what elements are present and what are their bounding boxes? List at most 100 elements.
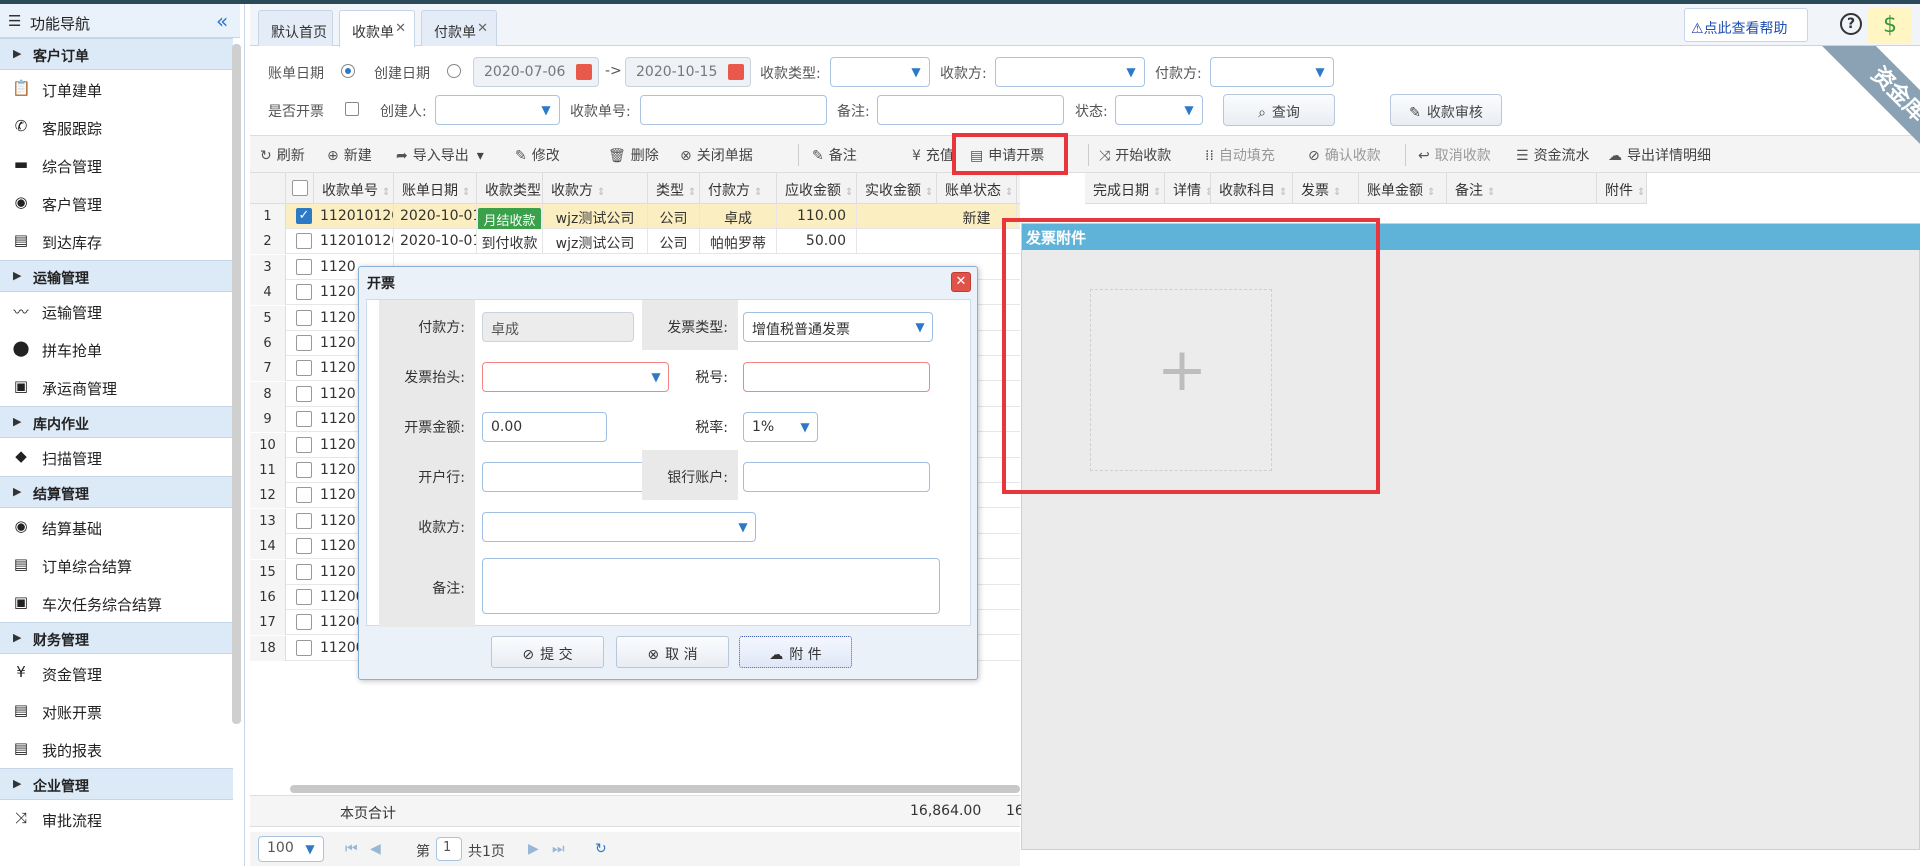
toolbar-button[interactable]: ↻ 刷新 <box>260 145 305 165</box>
create-date-radio[interactable] <box>447 64 461 78</box>
cancel-button[interactable]: ⊗ 取 消 <box>616 636 729 668</box>
row-checkbox[interactable] <box>296 360 312 377</box>
toolbar-button[interactable]: ⊕ 新建 <box>327 145 372 165</box>
toolbar-button[interactable]: ✎ 备注 <box>812 145 857 165</box>
column-header[interactable]: 完成日期 ⇕ <box>1085 173 1165 204</box>
sidebar-item[interactable]: ◉ 结算基础 <box>0 508 233 546</box>
sort-icon[interactable]: ⇕ <box>845 187 853 198</box>
calendar-icon[interactable] <box>576 64 592 80</box>
audit-button[interactable]: ✎ 收款审核 <box>1390 94 1502 126</box>
row-checkbox[interactable] <box>296 385 312 402</box>
sidebar-item[interactable]: ◆ 扫描管理 <box>0 438 233 476</box>
column-header[interactable]: 账单日期 ⇕ <box>394 173 477 204</box>
column-header[interactable]: 收款类型⇕ <box>477 173 543 204</box>
tax-no-input[interactable] <box>743 362 930 392</box>
sidebar-scrollbar[interactable] <box>232 44 241 724</box>
sort-icon[interactable]: ⇕ <box>1153 187 1161 198</box>
column-header[interactable]: 收款单号 ⇕ <box>314 173 394 204</box>
bank-input[interactable] <box>482 462 669 492</box>
toolbar-button[interactable]: ⁞⁞ 自动填充 <box>1205 145 1275 165</box>
toolbar-button[interactable]: ☰ 资金流水 <box>1516 145 1590 165</box>
row-checkbox[interactable] <box>296 639 312 656</box>
prev-page-icon[interactable]: ◀ <box>370 841 381 857</box>
row-checkbox[interactable] <box>296 512 312 529</box>
column-header[interactable]: 发票 ⇕ <box>1293 173 1359 204</box>
toolbar-button[interactable]: ⊗ 关闭单据 <box>680 145 753 165</box>
date-to-input[interactable]: 2020-10-15 <box>625 57 751 87</box>
column-header[interactable]: 付款方 ⇕ <box>700 173 777 204</box>
creator-select[interactable]: ▼ <box>435 95 560 125</box>
row-checkbox[interactable] <box>296 233 312 250</box>
row-checkbox[interactable] <box>296 614 312 631</box>
help-button[interactable]: ⚠点此查看帮助 <box>1684 8 1808 42</box>
invoice-type-select[interactable]: 增值税普通发票 ▼ <box>743 312 933 342</box>
sidebar-item[interactable]: ▤ 对账开票 <box>0 692 233 730</box>
sidebar-item[interactable]: ⬤ 拼车抢单 <box>0 330 233 368</box>
column-header[interactable]: 账单状态 ⇕ <box>937 173 1017 204</box>
sidebar-item[interactable]: ▣ 车次任务综合结算 <box>0 584 233 622</box>
tab-home[interactable]: 默认首页 <box>258 10 333 46</box>
row-checkbox[interactable] <box>296 589 312 605</box>
row-checkbox[interactable] <box>296 411 312 428</box>
sidebar-item[interactable]: ¥ 资金管理 <box>0 654 233 692</box>
sidebar-item[interactable]: ▬ 综合管理 <box>0 146 233 184</box>
sort-icon[interactable]: ⇕ <box>1487 187 1495 198</box>
column-header[interactable]: 实收金额 ⇕ <box>857 173 937 204</box>
sort-icon[interactable]: ⇕ <box>1005 187 1013 198</box>
date-from-input[interactable]: 2020-07-06 <box>473 57 599 87</box>
sidebar-section[interactable]: ▶ 客户订单 <box>0 38 233 70</box>
sort-icon[interactable]: ⇕ <box>1427 187 1435 198</box>
attach-button[interactable]: ☁ 附 件 <box>739 636 852 668</box>
column-header[interactable]: 收款科目 ⇕ <box>1211 173 1293 204</box>
column-header[interactable]: 收款方 ⇕ <box>543 173 648 204</box>
tab-payments[interactable]: 付款单 ✕ <box>421 10 497 46</box>
payer-select[interactable]: ▼ <box>1210 57 1334 87</box>
sort-icon[interactable]: ⇕ <box>462 187 470 198</box>
sidebar-section[interactable]: ▶ 库内作业 <box>0 406 233 438</box>
sidebar-section[interactable]: ▶ 财务管理 <box>0 622 233 654</box>
query-button[interactable]: ⌕ 查询 <box>1223 94 1335 126</box>
invoice-header-select[interactable]: ▼ <box>482 362 669 392</box>
remark-textarea[interactable] <box>482 558 940 614</box>
column-header[interactable]: 详情⇕ <box>1165 173 1211 204</box>
row-checkbox[interactable] <box>296 309 312 326</box>
horizontal-scrollbar[interactable] <box>290 785 1020 793</box>
sidebar-item[interactable]: 📋 订单建单 <box>0 70 233 108</box>
receipt-type-select[interactable]: ▼ <box>830 57 930 87</box>
row-checkbox[interactable]: ✓ <box>296 208 312 224</box>
money-icon[interactable]: $ <box>1868 8 1912 44</box>
sort-icon[interactable]: ⇕ <box>688 187 696 198</box>
last-page-icon[interactable]: ⏭ <box>552 841 565 857</box>
amount-input[interactable]: 0.00 <box>482 412 607 442</box>
close-icon[interactable]: ✕ <box>951 272 971 292</box>
column-header[interactable]: 备注 ⇕ <box>1447 173 1597 204</box>
sort-icon[interactable]: ⇕ <box>1637 187 1645 198</box>
account-input[interactable] <box>743 462 930 492</box>
sort-icon[interactable]: ⇕ <box>754 187 762 198</box>
invoiced-checkbox[interactable] <box>345 102 359 116</box>
row-checkbox[interactable] <box>296 284 312 301</box>
row-checkbox[interactable] <box>296 538 312 555</box>
table-row[interactable]: 1 ✓ 11201012003 2020-10-01月结收款 wjz测试公司 公司 卓成 11… <box>250 204 1020 229</box>
row-checkbox[interactable] <box>296 258 312 275</box>
sidebar-item[interactable]: ✆ 客服跟踪 <box>0 108 233 146</box>
bill-date-radio[interactable] <box>341 64 355 78</box>
toolbar-button[interactable]: ☁ 导出详情明细 <box>1608 145 1711 165</box>
page-input[interactable]: 1 <box>436 837 462 861</box>
payer-field[interactable]: 卓成 <box>482 312 634 342</box>
remark-input[interactable] <box>877 95 1064 125</box>
select-all-checkbox[interactable] <box>292 180 308 196</box>
close-icon[interactable]: ✕ <box>477 21 488 36</box>
refresh-icon[interactable]: ↻ <box>595 841 607 857</box>
sidebar-item[interactable]: ⤨ 审批流程 <box>0 800 233 838</box>
toolbar-button[interactable]: 🗑 删除 <box>608 145 659 165</box>
close-icon[interactable]: ✕ <box>395 21 406 36</box>
status-select[interactable]: ▼ <box>1115 95 1203 125</box>
receipt-no-input[interactable] <box>640 95 827 125</box>
toolbar-button[interactable]: ¥ 充值 <box>912 145 954 165</box>
sidebar-section[interactable]: ▶ 结算管理 <box>0 476 233 508</box>
payee-field-select[interactable]: ▼ <box>482 512 756 542</box>
column-header[interactable]: 账单金额 ⇕ <box>1359 173 1447 204</box>
page-size-select[interactable]: 100 ▼ <box>258 836 324 862</box>
toolbar-button[interactable]: ↩ 取消收款 <box>1418 145 1491 165</box>
